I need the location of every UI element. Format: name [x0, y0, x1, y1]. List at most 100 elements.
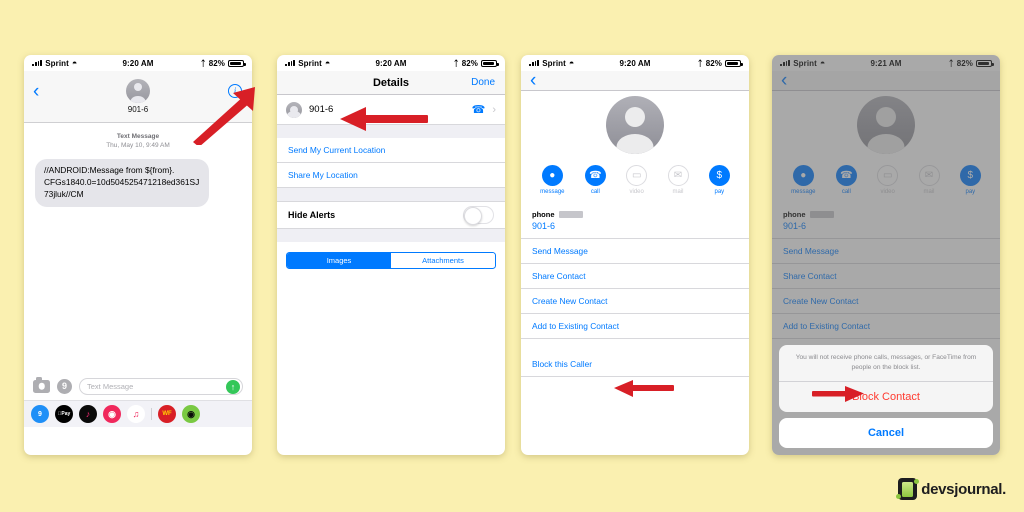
send-my-current-location-row[interactable]: Send My Current Location [277, 138, 505, 163]
tab-attachments[interactable]: Attachments [391, 253, 495, 268]
hide-alerts-toggle[interactable] [463, 206, 494, 225]
spacer [521, 339, 749, 352]
battery-icon [228, 59, 246, 67]
brand-name: devsjournal. [921, 480, 1006, 498]
drawer-apple-pay-icon[interactable]: Pay [55, 405, 73, 423]
hide-alerts-row[interactable]: Hide Alerts [277, 201, 505, 229]
avatar [606, 96, 664, 154]
create-new-contact-row[interactable]: Create New Contact [521, 289, 749, 314]
action-call[interactable]: ☎ call [584, 165, 606, 195]
status-time: 9:20 AM [122, 58, 154, 68]
drawer-green-app-icon[interactable]: ◉ [182, 405, 200, 423]
wifi-icon: ◓ [324, 57, 331, 68]
action-pay[interactable]: $ pay [708, 165, 730, 195]
status-right: ᛏ 82% [154, 58, 246, 68]
back-button[interactable]: ‹ [33, 82, 39, 101]
done-button[interactable]: Done [471, 77, 495, 88]
status-right: ᛏ 82% [651, 58, 743, 68]
status-bar: Sprint ◓ 9:20 AM ᛏ 82% [277, 55, 505, 71]
phone-logo-icon [896, 478, 920, 500]
dollar-icon: $ [708, 165, 730, 186]
phone-number-field[interactable]: phone 901-6 [521, 204, 749, 239]
phone-screenshot-1: Sprint ◓ 9:20 AM ᛏ 82% ‹ 901-6 i Text Me… [24, 55, 252, 455]
share-my-location-row[interactable]: Share My Location [277, 163, 505, 188]
contact-name: 901-6 [309, 104, 334, 115]
drawer-wf-app-icon[interactable]: WF [158, 405, 176, 423]
action-message[interactable]: ● message [540, 165, 565, 195]
message-thread-header: ‹ 901-6 i [24, 71, 252, 123]
cancel-button[interactable]: Cancel [779, 418, 993, 448]
phone-screenshot-4: Sprint ◓ 9:21 AM ᛏ 82% ‹ ● message ☎ cal… [772, 55, 1000, 455]
message-input[interactable]: Text Message ↑ [79, 377, 243, 395]
action-sheet-group: You will not receive phone calls, messag… [779, 345, 993, 412]
action-sheet-message: You will not receive phone calls, messag… [779, 345, 993, 382]
carrier-label: Sprint [298, 58, 322, 68]
carrier-label: Sprint [542, 58, 566, 68]
action-mail: ✉ mail [667, 165, 689, 195]
message-input-placeholder: Text Message [87, 381, 134, 391]
thread-contact[interactable]: 901-6 [126, 79, 150, 114]
send-message-row[interactable]: Send Message [521, 239, 749, 264]
back-button[interactable]: ‹ [530, 71, 536, 90]
status-right: ᛏ 82% [407, 58, 499, 68]
drawer-music-sticker-icon[interactable]: ♪ [79, 405, 97, 423]
action-video: ▭ video [626, 165, 648, 195]
camera-icon[interactable] [33, 377, 50, 393]
avatar [126, 79, 150, 103]
block-action-sheet: You will not receive phone calls, messag… [779, 345, 993, 448]
phone-label-text: phone [532, 210, 555, 219]
block-contact-button[interactable]: Block Contact [779, 382, 993, 412]
status-left: Sprint ◓ [32, 58, 122, 68]
chevron-right-icon[interactable]: › [492, 104, 496, 116]
tab-images[interactable]: Images [287, 253, 391, 268]
action-message-label: message [540, 189, 565, 195]
add-to-existing-contact-row[interactable]: Add to Existing Contact [521, 314, 749, 339]
action-mail-label: mail [672, 189, 684, 195]
status-time: 9:20 AM [619, 58, 651, 68]
action-call-label: call [590, 189, 600, 195]
status-bar: Sprint ◓ 9:20 AM ᛏ 82% [24, 55, 252, 71]
video-camera-icon: ▭ [626, 165, 648, 186]
contact-row[interactable]: 901-6 ☎ › [277, 95, 505, 125]
block-this-caller-row[interactable]: Block this Caller [521, 352, 749, 377]
battery-percent: 82% [705, 58, 722, 68]
battery-icon [481, 59, 499, 67]
phone-number-value: 901-6 [532, 221, 556, 231]
page-title: Details [372, 76, 410, 89]
segmented-control[interactable]: Images Attachments [286, 252, 496, 269]
bluetooth-icon: ᛏ [200, 58, 206, 68]
phone-icon[interactable]: ☎ [472, 103, 486, 116]
compose-bar: 9 Text Message ↑ [24, 372, 252, 400]
message-timestamp: Text Message Thu, May 10, 9:49 AM [35, 132, 241, 151]
contact-header [521, 91, 749, 154]
envelope-icon: ✉ [667, 165, 689, 186]
send-button[interactable]: ↑ [226, 380, 240, 394]
battery-percent: 82% [461, 58, 478, 68]
imessage-app-drawer[interactable]: 9 Pay ♪ ◉ ♫ WF ◉ [24, 400, 252, 427]
app-store-icon[interactable]: 9 [57, 378, 72, 394]
status-left: Sprint ◓ [529, 58, 619, 68]
contact-name: 901-6 [127, 105, 149, 114]
signal-bars-icon [285, 60, 296, 66]
drawer-search-app-icon[interactable]: ◉ [103, 405, 121, 423]
quick-actions: ● message ☎ call ▭ video ✉ mail $ pay [521, 154, 749, 204]
list-footer [521, 377, 749, 425]
brand-logo: devsjournal. [896, 478, 1006, 500]
action-pay-label: pay [714, 189, 725, 195]
hide-alerts-label: Hide Alerts [288, 210, 336, 220]
details-nav-bar: Details Done [277, 71, 505, 95]
signal-bars-icon [32, 60, 43, 66]
drawer-apple-music-icon[interactable]: ♫ [127, 405, 145, 423]
carrier-label: Sprint [45, 58, 69, 68]
battery-icon [725, 59, 743, 67]
info-button[interactable]: i [228, 84, 242, 98]
share-contact-row[interactable]: Share Contact [521, 264, 749, 289]
redacted-badge [558, 211, 583, 218]
battery-percent: 82% [208, 58, 225, 68]
drawer-app-store-icon[interactable]: 9 [31, 405, 49, 423]
bluetooth-icon: ᛏ [697, 58, 703, 68]
status-time: 9:20 AM [375, 58, 407, 68]
timestamp-label: Text Message [116, 133, 160, 140]
attachments-filter: Images Attachments [277, 242, 505, 279]
phone-screenshot-3: Sprint ◓ 9:20 AM ᛏ 82% ‹ ● message ☎ cal… [521, 55, 749, 455]
